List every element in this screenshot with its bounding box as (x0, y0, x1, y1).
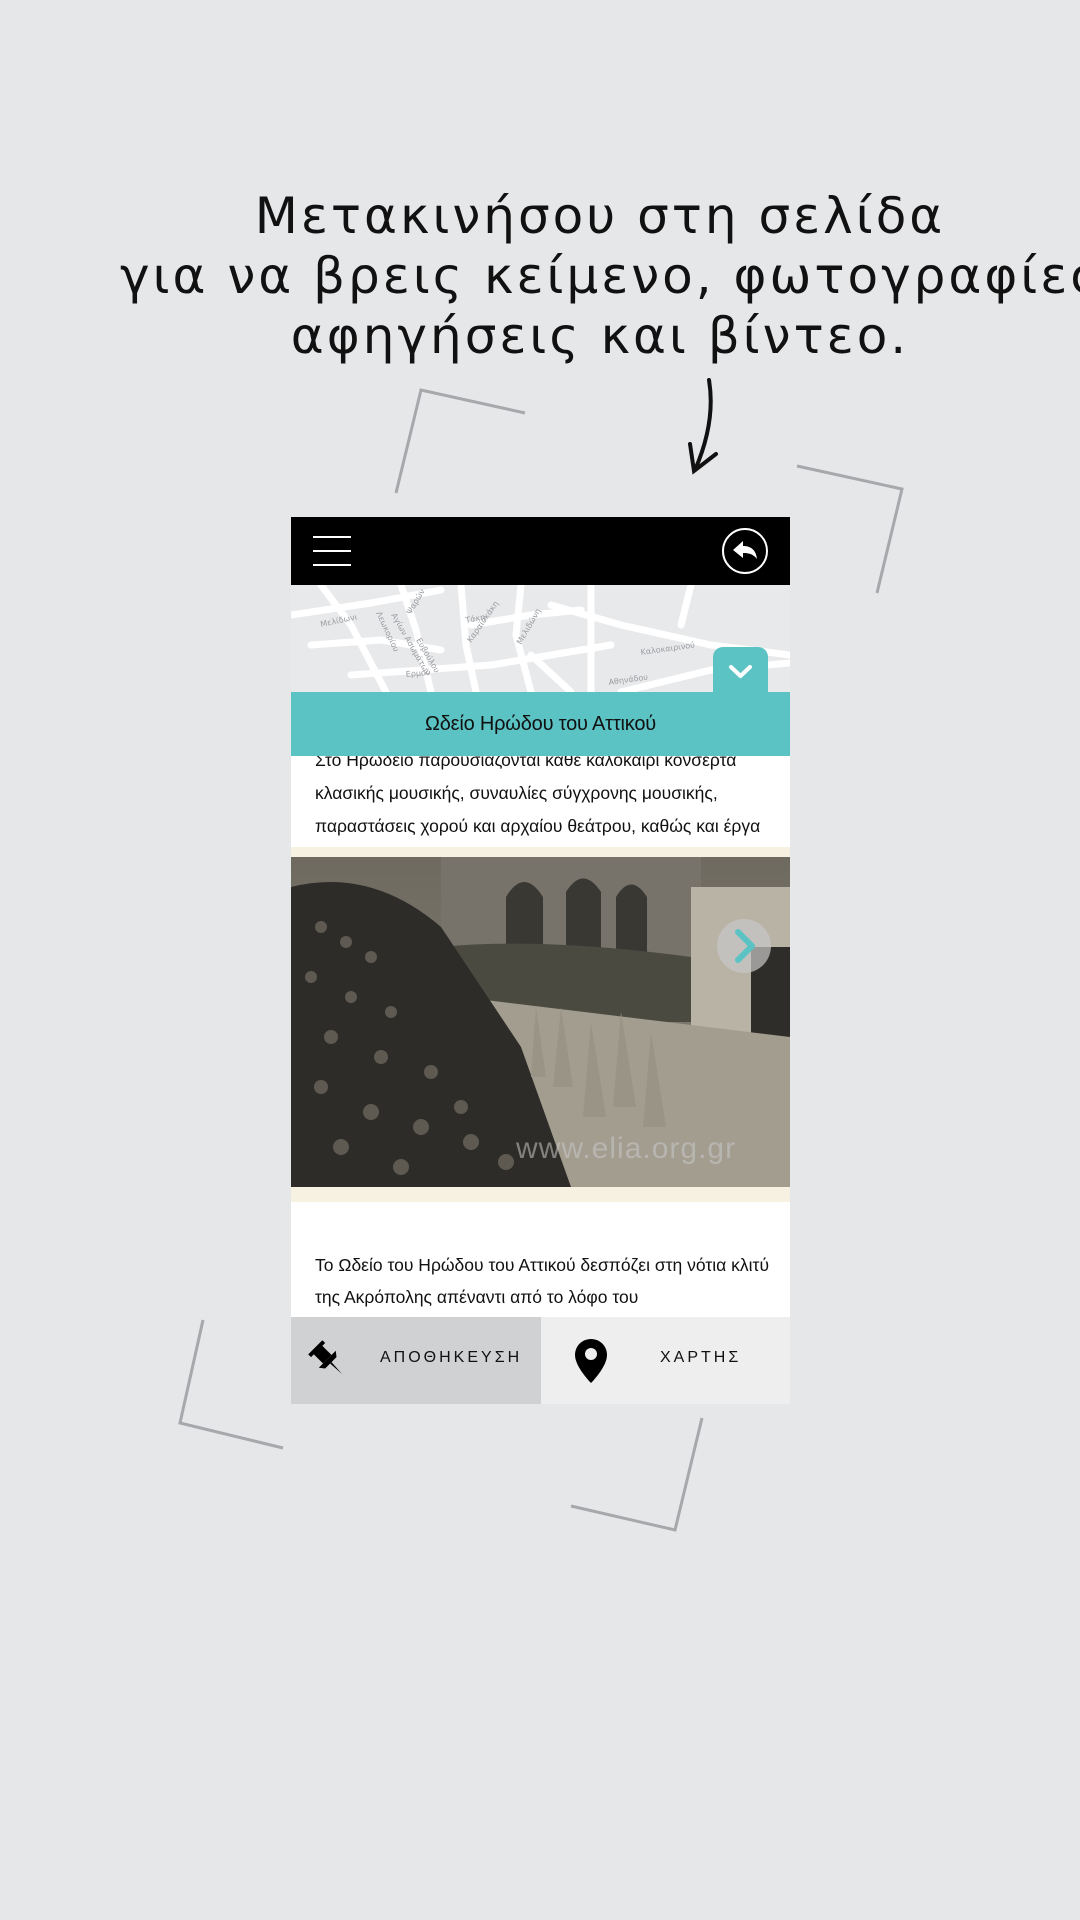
instruction-line-1: Μετακινήσου στη σελίδα (254, 187, 946, 245)
back-arrow-icon[interactable] (722, 528, 768, 574)
pushpin-icon (308, 1340, 343, 1375)
save-button[interactable]: ΑΠΟΘΗΚΕΥΣΗ (291, 1317, 541, 1404)
save-button-label: ΑΠΟΘΗΚΕΥΣΗ (380, 1349, 523, 1366)
article-paragraph: Το Ωδείο του Ηρώδου του Αττικού δεσπόζει… (315, 1255, 770, 1307)
article-text-bottom: Το Ωδείο του Ηρώδου του Αττικού δεσπόζει… (291, 1217, 790, 1317)
collapse-map-button[interactable] (713, 647, 768, 697)
hamburger-menu-icon[interactable] (313, 536, 351, 566)
article-paragraph: Στο Ηρώδειο παρουσιάζονται κάθε καλοκαίρ… (315, 756, 761, 836)
corner-bracket-top-left (394, 388, 526, 494)
corner-bracket-top-right (796, 464, 904, 594)
article-text-top: Στο Ηρώδειο παρουσιάζονται κάθε καλοκαίρ… (291, 756, 790, 847)
instruction-text: Μετακινήσου στη σελίδα για να βρεις κείμ… (120, 186, 1080, 366)
phone-screen: Μελίδωνι Λεωκορίου Αγίων Ασωμάτων Ψαρών … (291, 517, 790, 1404)
page-title-bar: Ωδείο Ηρώδου του Αττικού (291, 692, 790, 756)
map-label: Καλοκαιρινού (640, 639, 696, 657)
map-pin-icon (575, 1339, 607, 1383)
instruction-line-3: αφηγήσεις και βίντεο. (290, 307, 910, 365)
bottom-action-bar: ΑΠΟΘΗΚΕΥΣΗ ΧΑΡΤΗΣ (291, 1317, 790, 1404)
map-button-label: ΧΑΡΤΗΣ (660, 1349, 742, 1366)
corner-bracket-bottom-right (570, 1417, 704, 1532)
corner-bracket-bottom-left (178, 1319, 284, 1450)
photo-watermark: www.elia.org.gr (516, 1132, 737, 1165)
next-photo-button[interactable] (717, 919, 771, 973)
chevron-right-icon (735, 929, 755, 963)
app-top-bar (291, 517, 790, 585)
down-arrow-icon (688, 378, 718, 475)
gallery-photo[interactable]: www.elia.org.gr (291, 847, 790, 1202)
instruction-line-2: για να βρεις κείμενο, φωτογραφίες, (120, 247, 1080, 305)
map-button[interactable]: ΧΑΡΤΗΣ (541, 1317, 790, 1404)
page-title: Ωδείο Ηρώδου του Αττικού (424, 712, 657, 735)
chevron-down-icon (729, 665, 752, 678)
